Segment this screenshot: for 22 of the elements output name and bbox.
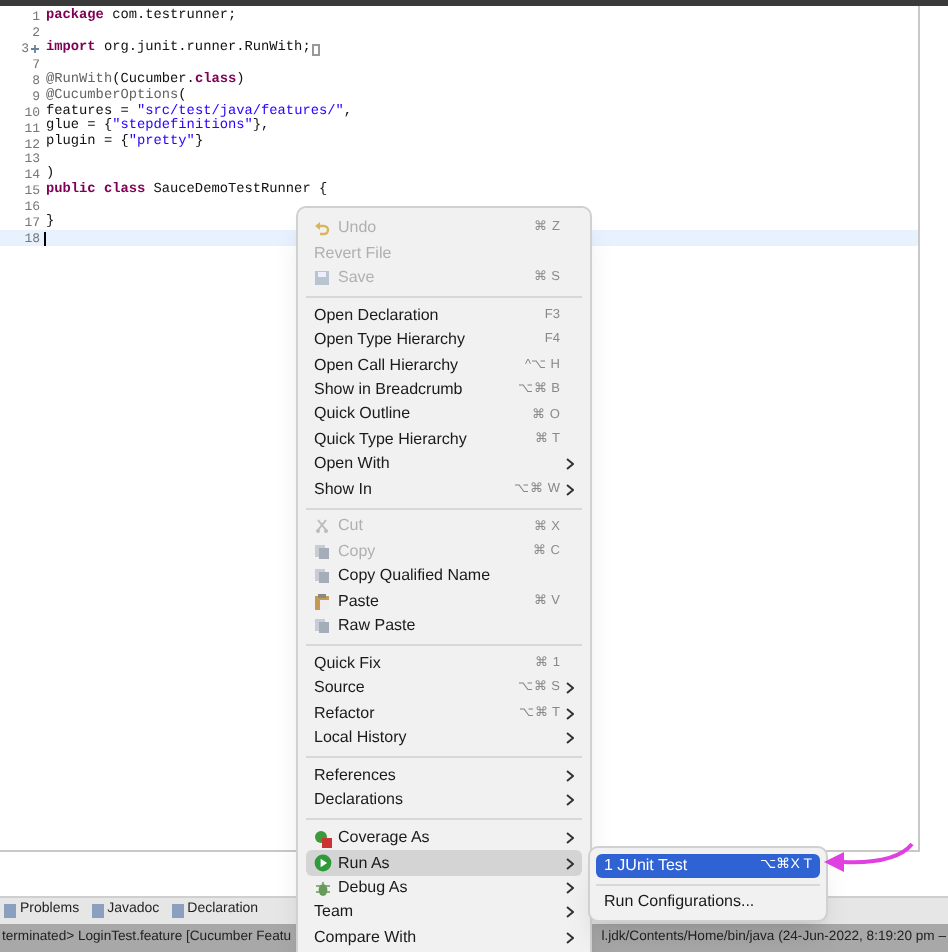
- menu-item[interactable]: Team: [306, 900, 582, 926]
- bug-icon: [314, 879, 332, 898]
- menu-item[interactable]: Declarations: [306, 788, 582, 814]
- menu-item[interactable]: Raw Paste: [306, 613, 582, 639]
- folded-code-marker[interactable]: [312, 43, 321, 56]
- undo-icon: [314, 220, 330, 237]
- copy-icon: [314, 618, 330, 635]
- expand-icon[interactable]: [30, 44, 40, 55]
- coverage-icon: [314, 829, 332, 848]
- menu-item[interactable]: Compare With: [306, 925, 582, 951]
- menu-item[interactable]: Coverage As: [306, 826, 582, 851]
- menu-item[interactable]: References: [306, 763, 582, 789]
- menu-item[interactable]: Run Configurations...: [596, 890, 820, 914]
- text-cursor: [44, 231, 46, 246]
- menu-item[interactable]: Local History: [306, 725, 582, 751]
- menu-item[interactable]: Open With: [306, 452, 582, 477]
- play-icon: [314, 854, 332, 873]
- menu-item[interactable]: Debug As: [306, 875, 582, 901]
- menu-item[interactable]: Run As: [306, 850, 582, 876]
- scissors-icon: [314, 518, 330, 535]
- save-icon: [314, 269, 330, 286]
- menu-item[interactable]: Copy Qualified Name: [306, 564, 582, 589]
